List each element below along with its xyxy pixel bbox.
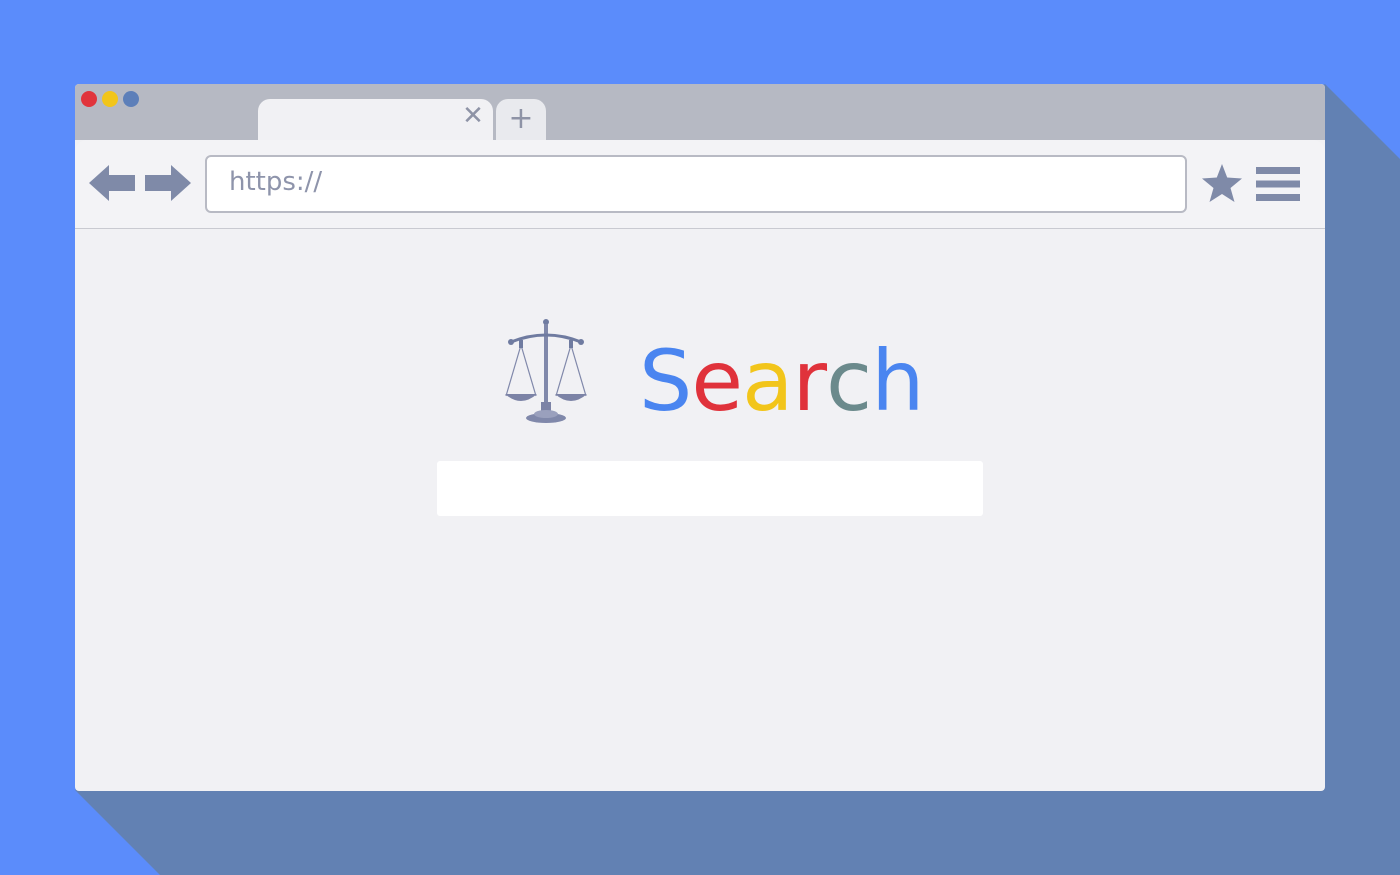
title-bar: ✕ + — [75, 84, 1325, 140]
logo-letter: a — [742, 332, 793, 430]
address-bar[interactable]: https:// — [205, 155, 1187, 213]
plus-icon: + — [508, 101, 534, 136]
hamburger-menu-icon[interactable] — [1256, 167, 1300, 201]
close-window-button[interactable] — [81, 91, 97, 107]
url-text: https:// — [229, 167, 323, 197]
logo-letter: c — [826, 332, 872, 430]
minimize-window-button[interactable] — [102, 91, 118, 107]
logo-letter: S — [639, 332, 692, 430]
logo-letter: r — [792, 332, 828, 430]
close-icon[interactable]: ✕ — [461, 103, 485, 129]
logo-letter: h — [871, 332, 924, 430]
star-icon[interactable] — [1201, 163, 1243, 203]
forward-arrow-icon[interactable] — [145, 163, 191, 203]
logo-letter: e — [691, 332, 743, 430]
page-content: Search — [75, 229, 1325, 791]
search-input[interactable] — [437, 461, 983, 516]
browser-toolbar: https:// — [75, 140, 1325, 229]
back-arrow-icon[interactable] — [89, 163, 135, 203]
search-logo-text: Search — [639, 331, 924, 431]
browser-window: ✕ + https:// Search — [75, 84, 1325, 791]
new-tab-button[interactable]: + — [496, 99, 546, 140]
scales-of-justice-icon — [505, 319, 587, 423]
maximize-window-button[interactable] — [123, 91, 139, 107]
browser-tab[interactable]: ✕ — [258, 99, 493, 140]
